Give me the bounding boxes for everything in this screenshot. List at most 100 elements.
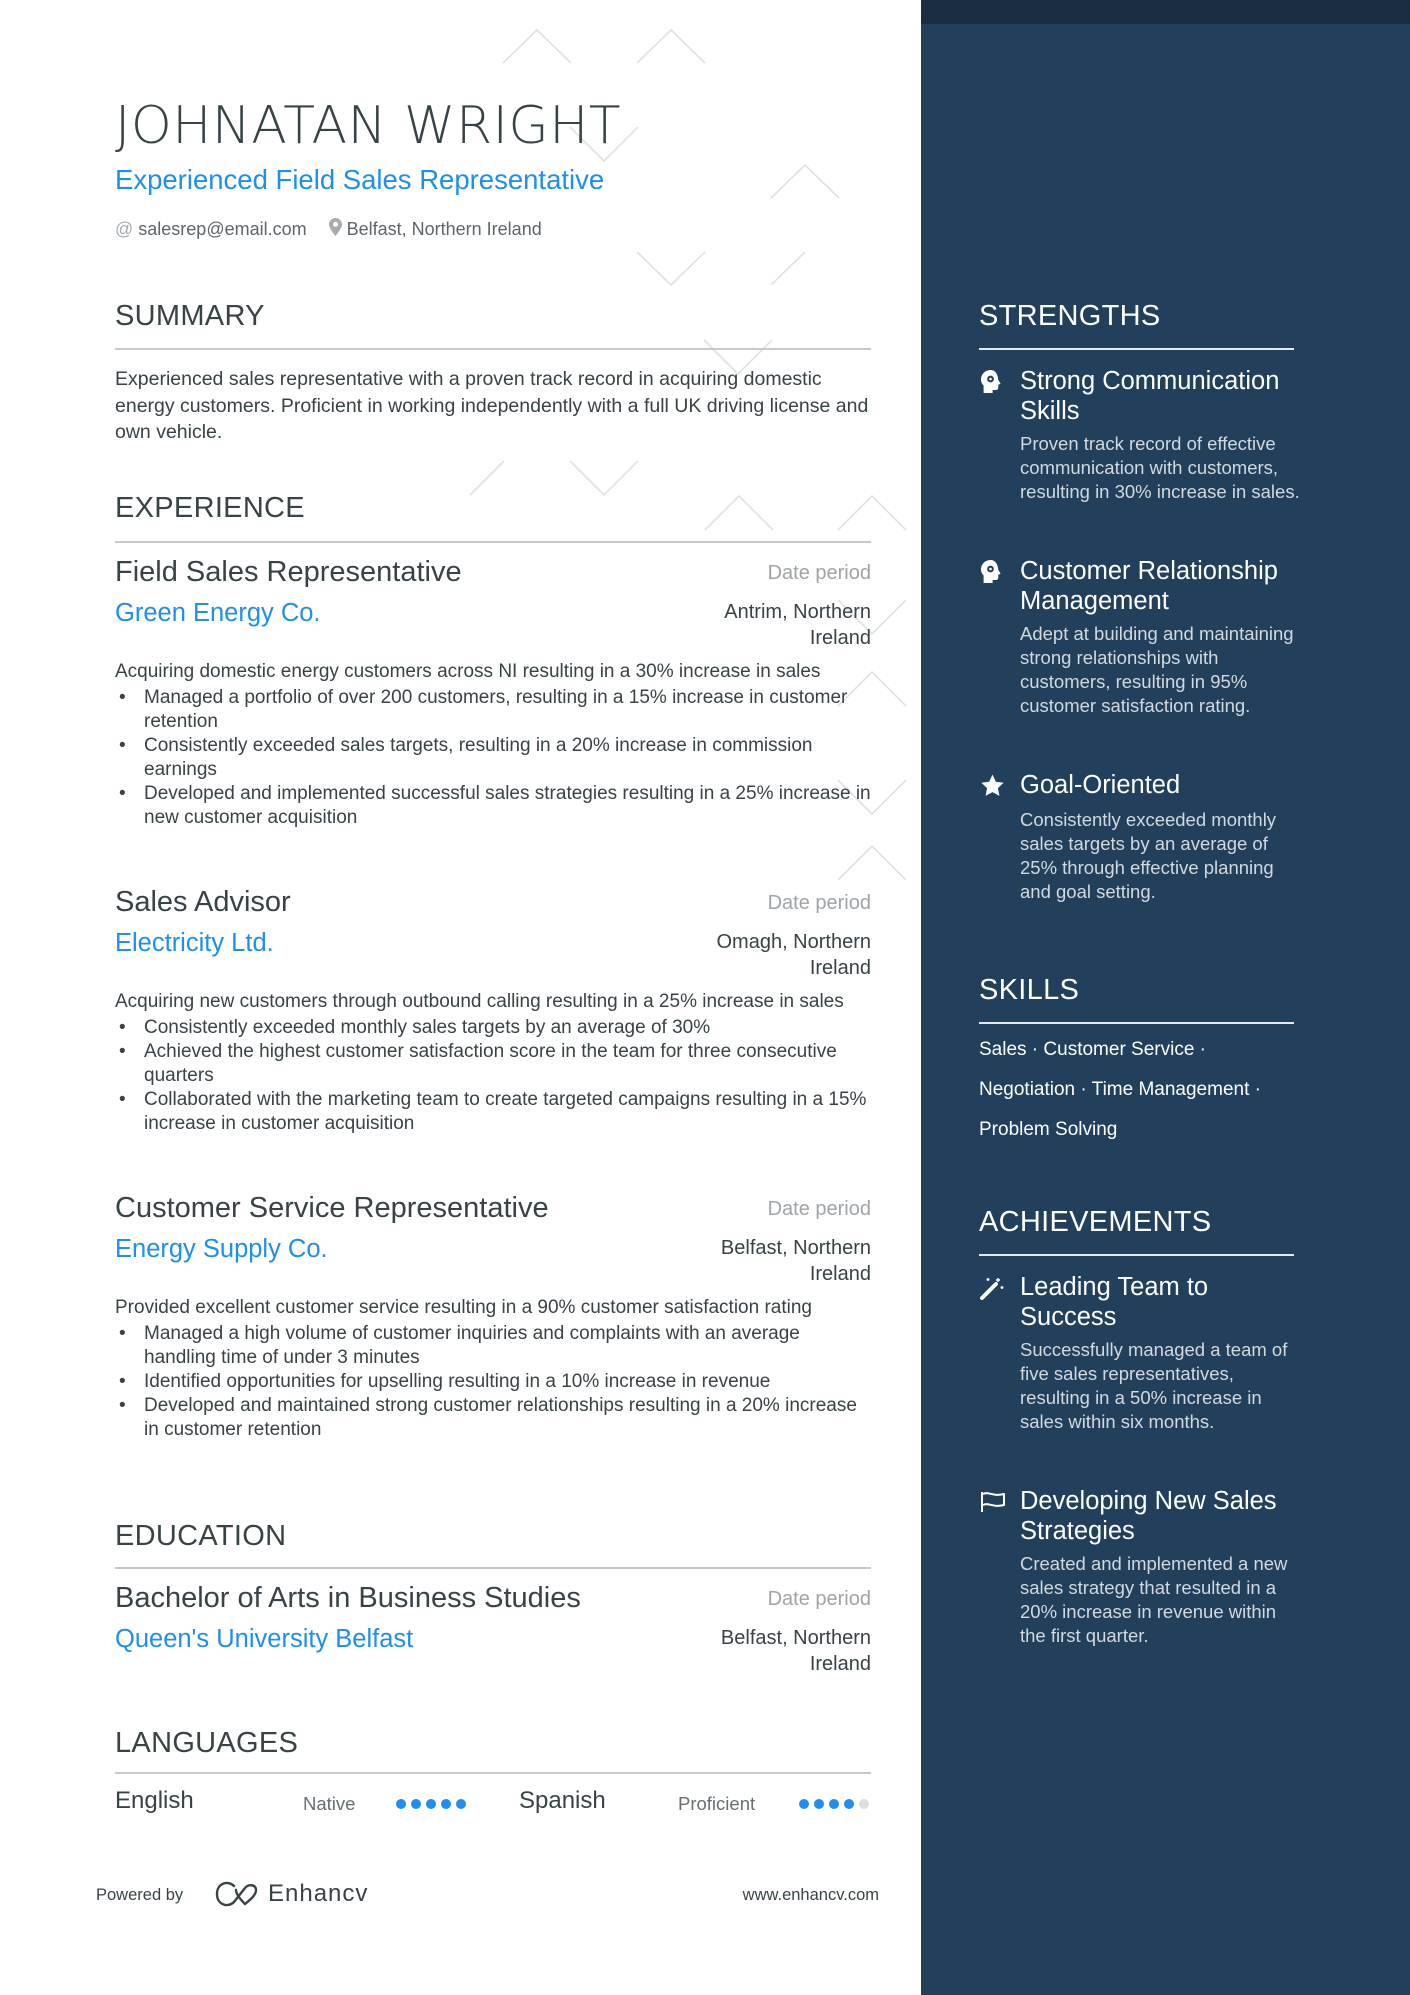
strength-title: Strong Communication Skills (1020, 367, 1280, 425)
education-location: Belfast, Northern Ireland (720, 1627, 871, 1675)
bullet-item: Identified opportunities for upselling r… (115, 1370, 871, 1394)
rating-dot-filled (814, 1799, 824, 1809)
achievements-heading: ACHIEVEMENTS (979, 1206, 1212, 1238)
languages-divider (115, 1772, 871, 1774)
job-date: Date period (767, 892, 871, 914)
achievement-title: Developing New Sales Strategies (1020, 1487, 1277, 1545)
languages-heading: LANGUAGES (115, 1727, 299, 1759)
rating-dot-filled (844, 1799, 854, 1809)
bullet-item: Developed and maintained strong customer… (115, 1394, 871, 1442)
skills-line: Negotiation · Time Management · (979, 1079, 1261, 1100)
strength-title: Goal-Oriented (1020, 771, 1181, 799)
language-level: Proficient (678, 1793, 756, 1814)
rating-dot-filled (411, 1799, 421, 1809)
job-description: Acquiring new customers through outbound… (115, 990, 871, 1136)
company-name[interactable]: Energy Supply Co. (115, 1235, 328, 1264)
languages-list: English Native Spanish Proficient (115, 1787, 871, 1821)
job-location: Antrim, Northern Ireland (724, 601, 871, 649)
job-role: Customer Service Representative (115, 1192, 549, 1224)
job-location: Belfast, Northern Ireland (720, 1237, 871, 1285)
rating-dot-filled (441, 1799, 451, 1809)
sidebar-top-band (921, 0, 1410, 24)
website-link[interactable]: www.enhancv.com (743, 1886, 879, 1905)
summary-divider (115, 348, 871, 350)
job-summary: Provided excellent customer service resu… (115, 1297, 812, 1318)
company-name[interactable]: Electricity Ltd. (115, 929, 274, 958)
rating-dot-empty (859, 1799, 869, 1809)
bullet-item: Achieved the highest customer satisfacti… (115, 1040, 871, 1088)
language-level: Native (303, 1793, 356, 1814)
strength-title: Customer Relationship Management (1020, 557, 1278, 615)
enhancv-brand: Enhancv (268, 1880, 369, 1907)
job-description: Provided excellent customer service resu… (115, 1296, 871, 1442)
bullet-item: Consistently exceeded sales targets, res… (115, 734, 871, 782)
summary-heading: SUMMARY (115, 300, 265, 332)
footer: Powered by Enhancv www.enhancv.com (96, 1880, 879, 1912)
candidate-name: JOHNATAN WRIGHT (115, 96, 622, 156)
job-location: Omagh, Northern Ireland (716, 931, 871, 979)
contact-location: Belfast, Northern Ireland (328, 218, 542, 241)
achievement-description: Created and implemented a new sales stra… (1020, 1553, 1288, 1646)
head-brain-icon (979, 369, 1007, 397)
language-name: English (115, 1787, 194, 1814)
language-rating (396, 1799, 466, 1809)
candidate-title: Experienced Field Sales Representative (115, 164, 605, 195)
summary-text: Experienced sales representative with a … (115, 368, 869, 443)
job-role: Sales Advisor (115, 886, 291, 918)
location-pin-icon (328, 218, 342, 241)
job-description: Acquiring domestic energy customers acro… (115, 660, 871, 830)
bullet-item: Managed a high volume of customer inquir… (115, 1322, 871, 1370)
degree: Bachelor of Arts in Business Studies (115, 1582, 581, 1614)
rating-dot-filled (396, 1799, 406, 1809)
job-bullets: Managed a portfolio of over 200 customer… (115, 686, 871, 830)
bullet-item: Consistently exceeded monthly sales targ… (115, 1016, 871, 1040)
strengths-divider (979, 348, 1294, 350)
sidebar: STRENGTHS Strong Communication Skills Pr… (921, 0, 1410, 1995)
education-date: Date period (767, 1588, 871, 1610)
magic-wand-icon (979, 1275, 1007, 1303)
bullet-item: Developed and implemented successful sal… (115, 782, 871, 830)
contact-info: @ salesrep@email.com Belfast, Northern I… (115, 218, 542, 241)
education-divider (115, 1567, 871, 1569)
language-name: Spanish (519, 1787, 606, 1814)
experience-heading: EXPERIENCE (115, 492, 305, 524)
skills-line: Problem Solving (979, 1119, 1118, 1140)
strength-description: Consistently exceeded monthly sales targ… (1020, 809, 1277, 902)
company-name[interactable]: Green Energy Co. (115, 599, 321, 628)
skills-heading: SKILLS (979, 974, 1080, 1006)
rating-dot-filled (799, 1799, 809, 1809)
achievement-title: Leading Team to Success (1020, 1273, 1209, 1331)
job-role: Field Sales Representative (115, 556, 462, 588)
bullet-item: Collaborated with the marketing team to … (115, 1088, 871, 1136)
job-date: Date period (767, 1198, 871, 1220)
language-rating (799, 1799, 869, 1809)
job-bullets: Managed a high volume of customer inquir… (115, 1322, 871, 1442)
head-brain-icon (979, 559, 1007, 587)
enhancv-logo-icon (215, 1881, 258, 1907)
powered-by-label: Powered by (96, 1886, 184, 1904)
strengths-heading: STRENGTHS (979, 300, 1161, 332)
job-summary: Acquiring domestic energy customers acro… (115, 661, 821, 682)
rating-dot-filled (456, 1799, 466, 1809)
experience-divider (115, 541, 871, 543)
school-name[interactable]: Queen's University Belfast (115, 1625, 413, 1654)
education-heading: EDUCATION (115, 1520, 287, 1552)
skills-list: Sales · Customer Service · Negotiation ·… (979, 1030, 1294, 1150)
strength-description: Proven track record of effective communi… (1020, 433, 1300, 502)
flag-icon (979, 1489, 1007, 1517)
contact-email[interactable]: @ salesrep@email.com (115, 218, 307, 241)
achievements-divider (979, 1254, 1294, 1256)
rating-dot-filled (829, 1799, 839, 1809)
job-summary: Acquiring new customers through outbound… (115, 991, 844, 1012)
skills-line: Sales · Customer Service · (979, 1039, 1207, 1060)
job-bullets: Consistently exceeded monthly sales targ… (115, 1016, 871, 1136)
achievement-description: Successfully managed a team of five sale… (1020, 1339, 1288, 1432)
star-icon (979, 773, 1007, 801)
bullet-item: Managed a portfolio of over 200 customer… (115, 686, 871, 734)
rating-dot-filled (426, 1799, 436, 1809)
at-icon: @ (115, 219, 134, 239)
location-text: Belfast, Northern Ireland (346, 219, 542, 239)
enhancv-logo[interactable]: Enhancv (214, 1880, 368, 1908)
email-text: salesrep@email.com (138, 219, 307, 239)
job-date: Date period (767, 562, 871, 584)
